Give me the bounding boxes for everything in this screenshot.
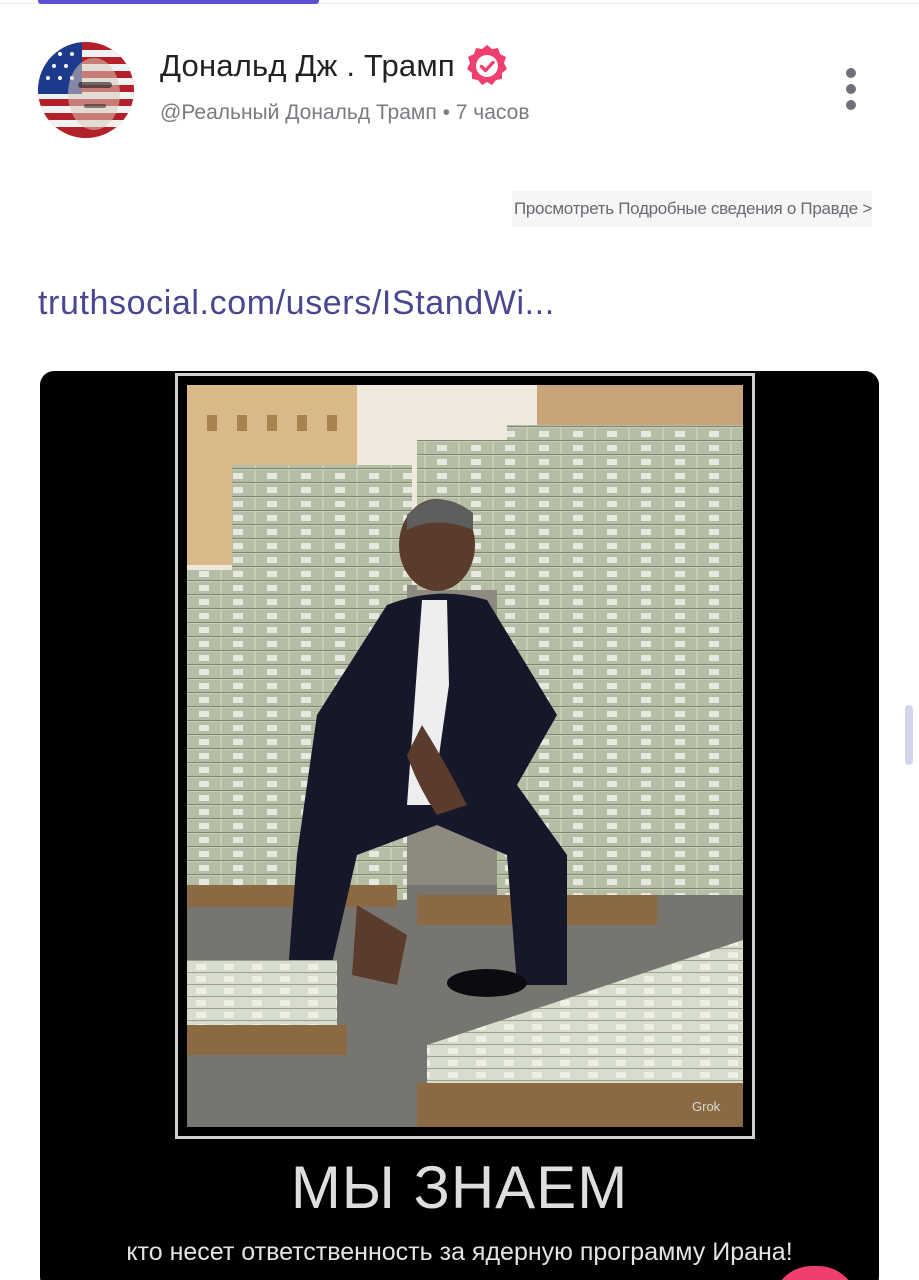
photo-frame: Grok xyxy=(175,373,755,1139)
post-url-link[interactable]: truthsocial.com/users/IStandWi... xyxy=(38,284,555,323)
post-image[interactable]: Grok xyxy=(187,385,743,1127)
verified-badge-icon xyxy=(463,42,511,90)
vertical-dots-icon xyxy=(846,84,856,94)
user-handle[interactable]: @Реальный Дональд Трамп xyxy=(160,101,437,124)
media-card[interactable]: Grok МЫ ЗНАЕМ кто несет ответственность … xyxy=(40,371,879,1280)
active-tab-indicator xyxy=(38,0,319,4)
more-options-button[interactable] xyxy=(836,64,866,114)
post-timestamp[interactable]: 7 часов xyxy=(456,101,530,124)
avatar[interactable] xyxy=(38,42,134,138)
caption-headline: МЫ ЗНАЕМ xyxy=(290,1154,629,1221)
post-page: Дональд Дж . Трамп @Реальный Дональд Тра… xyxy=(0,0,919,1280)
display-name[interactable]: Дональд Дж . Трамп xyxy=(160,48,455,84)
vertical-dots-icon xyxy=(846,68,856,78)
watermark-text: Grok xyxy=(692,1099,721,1114)
vertical-dots-icon xyxy=(846,100,856,110)
caption-subtitle: кто несет ответственность за ядерную про… xyxy=(126,1238,793,1266)
handle-row: @Реальный Дональд Трамп • 7 часов xyxy=(160,101,530,125)
avatar-flag-portrait xyxy=(38,42,134,138)
scrollbar-thumb[interactable] xyxy=(905,705,913,765)
separator-dot: • xyxy=(442,101,450,124)
money-pallets-illustration: Grok xyxy=(187,385,743,1127)
view-details-link[interactable]: Просмотреть Подробные сведения о Правде … xyxy=(511,191,872,227)
